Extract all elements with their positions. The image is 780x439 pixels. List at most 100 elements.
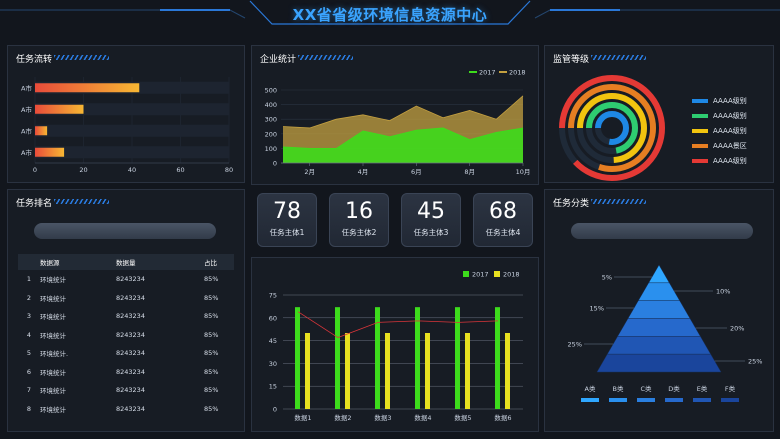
bar <box>35 83 140 93</box>
table-row[interactable]: 1 环境统计 8243234 85% <box>18 270 234 289</box>
legend-swatch <box>463 271 469 277</box>
title-hatch <box>54 199 109 204</box>
legend-swatch <box>692 128 708 133</box>
bar <box>35 104 84 114</box>
table-row[interactable]: 8 环境统计 8243234 85% <box>18 400 234 419</box>
table-row[interactable]: 3 环境统计 8243234 85% <box>18 307 234 326</box>
legend-swatch <box>692 113 708 118</box>
level-label: 25% <box>748 358 762 366</box>
stat-label: 任务主体2 <box>341 228 377 237</box>
legend-item: AAAA级别 <box>692 108 747 123</box>
bar-track <box>35 124 229 137</box>
col-header: 数据源 <box>40 259 60 267</box>
bar <box>295 307 300 409</box>
stat-label: 任务主体3 <box>413 228 449 237</box>
x-tick-label: 60 <box>176 166 184 174</box>
cell: 8 <box>26 404 32 413</box>
bar <box>35 126 48 136</box>
legend-swatch <box>692 158 708 163</box>
cell: 4 <box>26 330 32 339</box>
table-row[interactable]: 6 环境统计 8243234 85% <box>18 363 234 382</box>
cell: 6 <box>26 367 32 376</box>
pyramid-level <box>648 264 670 284</box>
bar <box>305 333 310 409</box>
legend-label: 2018 <box>509 69 526 77</box>
task-flow-chart: 0 20 40 60 80 A市 A市 A市 A市 <box>21 77 233 174</box>
stat-label: 任务主体1 <box>269 228 305 237</box>
stat-card[interactable]: 16 任务主体2 <box>329 193 389 247</box>
legend-label: AAAA级别 <box>713 126 747 135</box>
cell: 环境统计 <box>40 405 66 414</box>
cell: 环境统计 <box>40 368 66 377</box>
bar <box>415 307 420 409</box>
cell: 85% <box>204 404 219 413</box>
pyramid-level <box>617 318 701 337</box>
table-row[interactable]: 4 环境统计 8243234 85% <box>18 326 234 345</box>
x-tick-label: 数据5 <box>454 413 471 422</box>
legend-label: 2018 <box>503 271 520 279</box>
cell: 1 <box>26 275 32 284</box>
legend-label: AAAA景区 <box>713 141 747 150</box>
cell: 8243234 <box>116 349 145 358</box>
table-row[interactable]: 5 环境统计. 8243234 85% <box>18 344 234 363</box>
table-row[interactable]: 7 环境统计 8243234 85% <box>18 381 234 400</box>
legend-label: 2017 <box>472 271 489 279</box>
x-tick-label: 数据1 <box>294 413 311 422</box>
x-tick-label: 数据3 <box>374 413 391 422</box>
grouped-bar-chart: 0 15 30 45 60 75 数据1 数据2 数据3 数据4 数据5 数据6 2017 2018 <box>269 271 523 422</box>
y-tick-label: 0 <box>273 406 277 414</box>
category-swatch <box>637 398 655 402</box>
cell: 8243234 <box>116 386 145 395</box>
stat-label: 任务主体4 <box>485 228 521 237</box>
bar <box>35 147 65 157</box>
cell: 8243234 <box>116 275 145 284</box>
cell: 环境统计 <box>40 276 66 285</box>
category-label: B类 <box>613 384 624 393</box>
stat-value: 45 <box>417 199 445 224</box>
level-label: 10% <box>716 288 730 296</box>
legend-item: AAAA级别 <box>692 123 747 138</box>
bar <box>335 307 340 409</box>
x-tick-label: 6月 <box>411 168 422 176</box>
category-label: E类 <box>697 384 708 393</box>
enterprise-stats-chart: 0 100 200 300 400 500 2月 4月 6月 8月 10月 2017 2018 <box>265 69 531 177</box>
x-tick-label: 2月 <box>304 168 315 176</box>
x-tick-label: 4月 <box>358 168 369 176</box>
category-swatch <box>721 398 739 402</box>
cell: 环境统计 <box>40 294 66 303</box>
stat-card[interactable]: 78 任务主体1 <box>257 193 317 247</box>
cell: 8243234 <box>116 293 145 302</box>
y-tick-label: 200 <box>265 130 277 138</box>
cell: 8243234 <box>116 404 145 413</box>
y-tick-label: A市 <box>21 126 32 135</box>
supervision-radial-chart <box>559 75 665 181</box>
stat-value: 78 <box>273 199 301 224</box>
y-tick-label: 100 <box>265 145 277 153</box>
stat-card[interactable]: 45 任务主体3 <box>401 193 461 247</box>
cell: 85% <box>204 330 219 339</box>
y-tick-label: 75 <box>269 292 277 300</box>
x-tick-label: 20 <box>79 166 87 174</box>
bar <box>345 333 350 409</box>
cell: 3 <box>26 312 32 321</box>
legend-item: AAAA景区 <box>692 138 747 153</box>
category-swatch <box>665 398 683 402</box>
col-header: 数据量 <box>116 259 136 267</box>
y-tick-label: 15 <box>269 383 277 391</box>
cell: 85% <box>204 386 219 395</box>
bar <box>425 333 430 409</box>
stat-value: 16 <box>345 199 373 224</box>
bar <box>465 333 470 409</box>
y-tick-label: 60 <box>269 314 277 322</box>
rank-search-bar[interactable] <box>34 223 216 239</box>
page-title: XX省省级环境信息资源中心 <box>292 6 488 24</box>
x-tick-label: 数据6 <box>494 413 511 422</box>
y-tick-label: A市 <box>21 148 32 157</box>
x-tick-label: 数据4 <box>414 413 431 422</box>
category-swatch <box>609 398 627 402</box>
legend-item: AAAA级别 <box>692 93 747 108</box>
table-row[interactable]: 2 环境统计 8243234 85% <box>18 289 234 308</box>
y-tick-label: A市 <box>21 83 32 92</box>
legend-swatch <box>692 143 708 148</box>
stat-card[interactable]: 68 任务主体4 <box>473 193 533 247</box>
